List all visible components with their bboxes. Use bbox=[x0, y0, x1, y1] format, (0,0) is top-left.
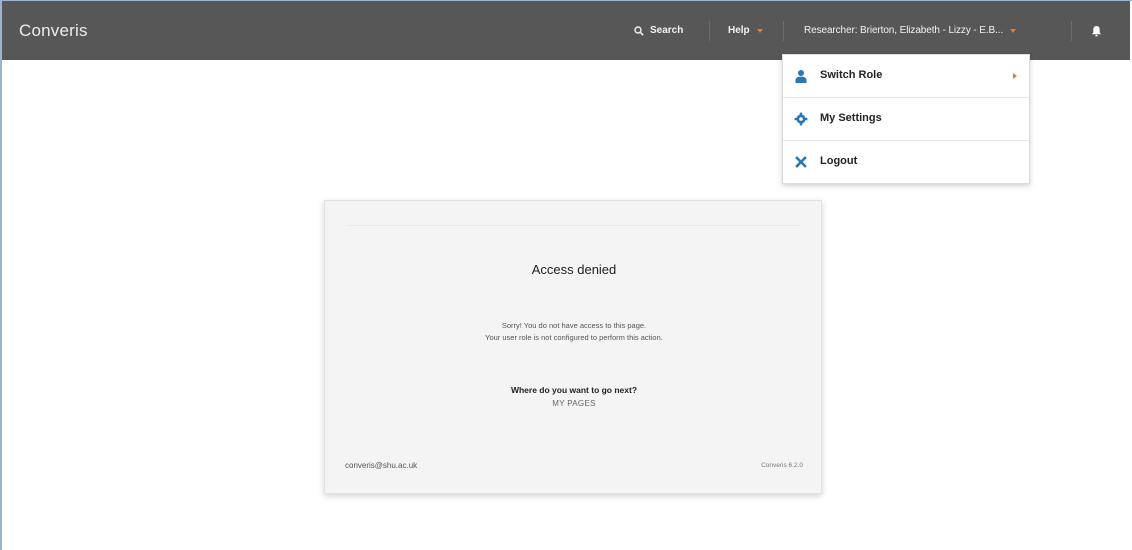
search-icon bbox=[634, 25, 644, 36]
menu-item-my-settings[interactable]: My Settings bbox=[783, 98, 1029, 141]
menu-item-label: Switch Role bbox=[820, 69, 883, 81]
error-message: Sorry! You do not have access to this pa… bbox=[501, 321, 647, 330]
brand-logo[interactable]: Converis bbox=[19, 21, 88, 41]
close-icon bbox=[795, 156, 807, 168]
nav-divider bbox=[1071, 21, 1072, 41]
user-menu-button[interactable]: Researcher: Brierton, Elizabeth - Lizzy … bbox=[804, 1, 1017, 60]
divider bbox=[347, 225, 799, 226]
menu-item-label: Logout bbox=[820, 155, 858, 167]
help-label: Help bbox=[728, 25, 750, 36]
user-dropdown-menu: Switch Role My Settings Logout bbox=[782, 54, 1030, 184]
version-label: Converis 6.2.0 bbox=[761, 462, 803, 469]
top-navigation-bar: Converis Search Help Researcher: Brierto… bbox=[2, 1, 1130, 60]
page-title: Access denied bbox=[531, 262, 617, 277]
contact-email-link[interactable]: converis@shu.ac.uk bbox=[345, 461, 417, 470]
access-denied-card: Access denied Sorry! You do not have acc… bbox=[324, 200, 822, 494]
nav-divider bbox=[709, 21, 710, 41]
bell-icon bbox=[1092, 25, 1101, 36]
notifications-button[interactable] bbox=[1091, 1, 1102, 60]
chevron-down-icon bbox=[1010, 28, 1017, 33]
search-button[interactable]: Search bbox=[634, 1, 683, 60]
menu-item-logout[interactable]: Logout bbox=[783, 141, 1029, 184]
user-icon bbox=[795, 70, 807, 83]
next-prompt: Where do you want to go next? bbox=[510, 385, 638, 395]
my-pages-link[interactable]: MY PAGES bbox=[325, 399, 823, 408]
chevron-down-icon bbox=[756, 28, 763, 33]
menu-item-label: My Settings bbox=[820, 112, 882, 124]
search-label: Search bbox=[650, 25, 684, 36]
gear-icon bbox=[794, 112, 808, 126]
nav-divider bbox=[783, 21, 784, 41]
error-detail: Your user role is not configured to perf… bbox=[485, 333, 663, 342]
user-role-label: Researcher: Brierton, Elizabeth - Lizzy … bbox=[804, 25, 1004, 36]
menu-item-switch-role[interactable]: Switch Role bbox=[783, 55, 1029, 98]
chevron-right-icon bbox=[1013, 73, 1017, 79]
help-menu-button[interactable]: Help bbox=[728, 1, 763, 60]
